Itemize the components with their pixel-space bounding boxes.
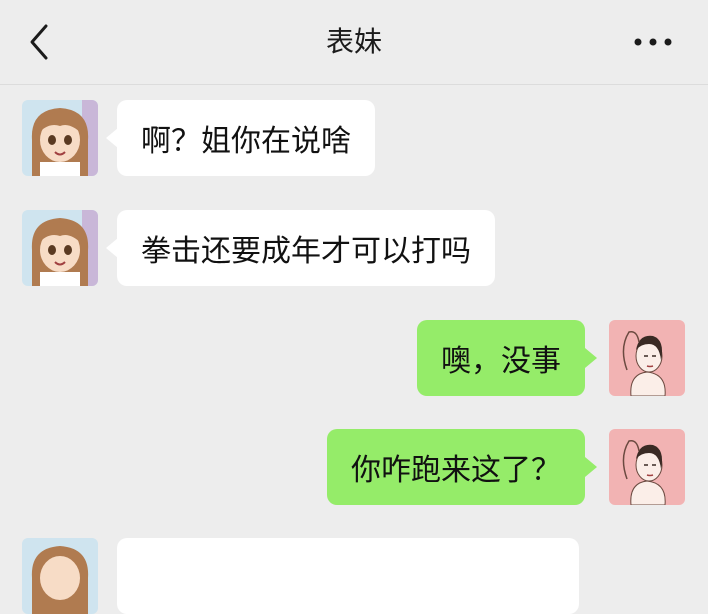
message-bubble-received[interactable]: 啊？姐你在说啥 <box>117 100 375 176</box>
message-bubble-received[interactable]: 拳击还要成年才可以打吗 <box>117 210 495 286</box>
ellipsis-icon <box>634 38 672 46</box>
contact-avatar[interactable] <box>22 100 98 176</box>
chat-header: 表妹 <box>0 0 708 85</box>
user-avatar[interactable] <box>609 429 685 505</box>
user-avatar[interactable] <box>609 320 685 396</box>
message-bubble-received[interactable] <box>117 538 579 614</box>
message-bubble-sent[interactable]: 你咋跑来这了？ <box>327 429 585 505</box>
chat-title: 表妹 <box>325 25 382 58</box>
bubble-tail <box>585 457 597 477</box>
contact-avatar[interactable] <box>22 210 98 286</box>
more-button[interactable] <box>632 30 674 54</box>
contact-avatar[interactable] <box>22 538 98 614</box>
bubble-tail <box>585 348 597 368</box>
message-bubble-sent[interactable]: 噢，没事 <box>417 320 585 396</box>
